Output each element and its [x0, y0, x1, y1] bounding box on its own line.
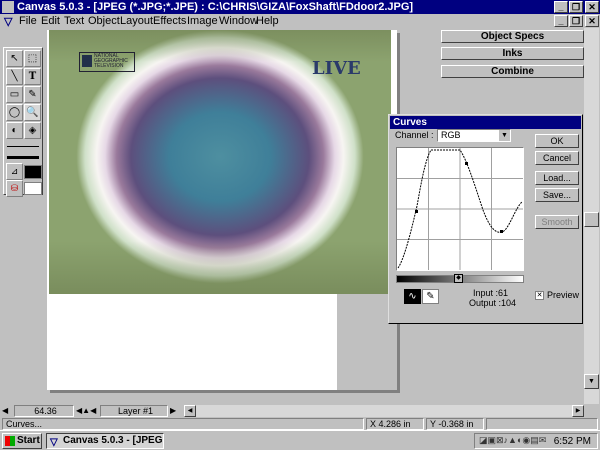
- smooth-button[interactable]: Smooth: [535, 215, 579, 229]
- doc-restore-button[interactable]: ❐: [569, 15, 583, 27]
- pen-tool-icon[interactable]: ✎: [24, 86, 41, 103]
- menu-layout[interactable]: Layout: [120, 15, 153, 27]
- shape-tool-icon[interactable]: ◐: [6, 122, 23, 139]
- stroke-color-swatch[interactable]: [24, 165, 42, 179]
- system-tray: ◪▣⊠♪▲◐◉▤✉ 6:52 PM: [474, 433, 598, 449]
- curves-title: Curves: [390, 116, 581, 129]
- scroll-left-icon[interactable]: ◀: [184, 405, 196, 417]
- taskbar-canvas-label: Canvas 5.0.3 - [JPEG...: [63, 435, 164, 446]
- zoom-tool-icon[interactable]: 🔍: [24, 104, 41, 121]
- horizontal-scrollbar[interactable]: ◀ ▶: [184, 405, 584, 417]
- page-nav-icon[interactable]: ◀▲◀: [76, 405, 98, 417]
- menu-edit[interactable]: Edit: [41, 15, 60, 27]
- scroll-thumb[interactable]: [584, 212, 599, 227]
- menu-object[interactable]: Object: [88, 15, 120, 27]
- scroll-right-icon[interactable]: ▶: [572, 405, 584, 417]
- ok-button[interactable]: OK: [535, 134, 579, 148]
- toolbox: ↖ ⬚ ╲ T ▭ ✎ ◯ 🔍 ◐ ◈ ⊿ ⛁: [3, 47, 43, 197]
- channel-value: RGB: [441, 130, 461, 140]
- object-specs-button[interactable]: Object Specs: [441, 30, 584, 43]
- menu-image[interactable]: Image: [187, 15, 218, 27]
- status-message: Curves...: [2, 418, 364, 430]
- rectangle-tool-icon[interactable]: ▭: [6, 86, 23, 103]
- windows-logo-icon: [5, 436, 15, 446]
- inks-button[interactable]: Inks: [441, 47, 584, 60]
- app-icon[interactable]: [2, 1, 14, 13]
- channel-select[interactable]: RGB ▼: [437, 129, 511, 142]
- close-button[interactable]: ✕: [585, 1, 599, 13]
- output-readout: Output :104: [469, 298, 517, 308]
- tray-icons[interactable]: ◪▣⊠♪▲◐◉▤✉: [479, 435, 546, 446]
- channel-label: Channel :: [395, 130, 434, 140]
- document-menu-icon[interactable]: ▽: [4, 15, 12, 28]
- title-bar: Canvas 5.0.3 - [JPEG (*.JPG;*.JPE) : C:\…: [0, 0, 600, 14]
- fill-color-swatch[interactable]: [24, 182, 42, 195]
- status-bar-bottom: Curves... X 4.286 in Y -0.368 in: [0, 418, 600, 430]
- gradient-slider-icon[interactable]: ◆: [454, 274, 463, 283]
- menu-text[interactable]: Text: [64, 15, 84, 27]
- arrow-tool-icon[interactable]: ↖: [6, 50, 23, 67]
- menu-file[interactable]: File: [19, 15, 37, 27]
- paint-bucket-icon[interactable]: ⛁: [6, 180, 23, 197]
- stroke-thick-icon[interactable]: [7, 156, 39, 159]
- ellipse-tool-icon[interactable]: ◯: [6, 104, 23, 121]
- curve-graph[interactable]: [396, 147, 524, 271]
- taskbar-canvas-item[interactable]: ▽ Canvas 5.0.3 - [JPEG...: [46, 433, 164, 449]
- curve-mode-icon[interactable]: ∿: [404, 289, 421, 304]
- curves-dialog: Curves Channel : RGB ▼ ◆ ∿ ✎ Input :61 O…: [388, 114, 583, 324]
- pencil-mode-icon[interactable]: ✎: [422, 289, 439, 304]
- zoom-field[interactable]: 64.36: [14, 405, 74, 417]
- live-overlay-text: LIVE: [312, 58, 361, 79]
- menu-help[interactable]: Help: [256, 15, 279, 27]
- stroke-thin-icon[interactable]: [7, 146, 39, 147]
- line-tool-icon[interactable]: ╲: [6, 68, 23, 85]
- vertical-scrollbar[interactable]: ▼: [584, 28, 599, 404]
- menu-effects[interactable]: Effects: [153, 15, 186, 27]
- load-button[interactable]: Load...: [535, 171, 579, 185]
- taskbar: Start ▽ Canvas 5.0.3 - [JPEG... ◪▣⊠♪▲◐◉▤…: [0, 430, 600, 450]
- text-tool-icon[interactable]: T: [24, 68, 41, 85]
- canvas-app-icon: ▽: [50, 437, 58, 448]
- y-coordinate: Y -0.368 in: [426, 418, 484, 430]
- start-label: Start: [17, 435, 40, 446]
- x-coordinate: X 4.286 in: [366, 418, 424, 430]
- shaft-photo[interactable]: NATIONAL GEOGRAPHIC TELEVISION LIVE: [49, 30, 391, 294]
- chevron-down-icon[interactable]: ▼: [499, 130, 510, 141]
- layer-field[interactable]: Layer #1: [100, 405, 168, 417]
- pen-style-icon[interactable]: ⊿: [6, 163, 23, 180]
- marquee-tool-icon[interactable]: ⬚: [24, 50, 41, 67]
- menu-bar: ▽ File Edit Text Object Layout Effects I…: [0, 14, 600, 28]
- restore-button[interactable]: ❐: [569, 1, 583, 13]
- doc-close-button[interactable]: ✕: [585, 15, 599, 27]
- minimize-button[interactable]: _: [554, 1, 568, 13]
- layer-next-icon[interactable]: ▶: [170, 405, 180, 417]
- combine-button[interactable]: Combine: [441, 65, 584, 78]
- cancel-button[interactable]: Cancel: [535, 151, 579, 165]
- start-button[interactable]: Start: [2, 433, 42, 449]
- doc-minimize-button[interactable]: _: [554, 15, 568, 27]
- broadcast-logo: NATIONAL GEOGRAPHIC TELEVISION: [79, 52, 135, 72]
- menu-window[interactable]: Window: [219, 15, 258, 27]
- preview-checkbox[interactable]: ✕: [535, 291, 544, 300]
- save-button[interactable]: Save...: [535, 188, 579, 202]
- status-bar-top: ◀ 64.36 ◀▲◀ Layer #1 ▶ ◀ ▶: [0, 404, 600, 418]
- window-title: Canvas 5.0.3 - [JPEG (*.JPG;*.JPE) : C:\…: [17, 1, 414, 13]
- scroll-down-icon[interactable]: ▼: [584, 374, 599, 389]
- zoom-down-icon[interactable]: ◀: [2, 405, 12, 416]
- clock: 6:52 PM: [553, 436, 591, 447]
- preview-label: Preview: [547, 290, 580, 300]
- input-readout: Input :61: [473, 288, 509, 298]
- status-extra: [486, 418, 598, 430]
- fill-tool-icon[interactable]: ◈: [24, 122, 41, 139]
